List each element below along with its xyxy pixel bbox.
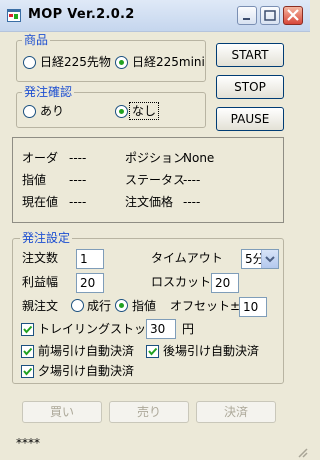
afternoon-close-label: 後場引け自動決済: [163, 344, 260, 358]
radio-nikkei225-mini-label: 日経225mini: [132, 55, 205, 69]
status-value: ----: [183, 173, 201, 187]
radio-nikkei225-futures[interactable]: [23, 56, 36, 69]
minimize-icon: [243, 18, 250, 20]
timeout-label: タイムアウト: [151, 251, 223, 265]
product-legend: 商品: [22, 33, 51, 47]
order-price-label: 注文価格: [125, 195, 174, 209]
focus-indicator: [129, 102, 159, 120]
morning-close-label: 前場引け自動決済: [38, 344, 135, 358]
close-button[interactable]: [283, 6, 303, 25]
quantity-label: 注文数: [22, 251, 59, 265]
order-confirm-group: 発注確認 あり なし: [16, 85, 206, 128]
maximize-icon: [264, 10, 276, 21]
checkmark-icon: [23, 347, 33, 356]
checkmark-icon: [148, 347, 158, 356]
radio-limit-order-label: 指値: [132, 299, 157, 313]
minimize-button[interactable]: [237, 6, 257, 25]
offset-label: オフセット±: [170, 299, 241, 313]
sell-button[interactable]: 売り: [109, 401, 189, 423]
quantity-input[interactable]: 1: [76, 249, 104, 269]
app-icon: [7, 9, 21, 22]
trailing-stop-checkbox[interactable]: [21, 323, 34, 336]
afternoon-close-checkbox[interactable]: [146, 345, 159, 358]
title-bar[interactable]: MOP Ver.2.0.2: [0, 0, 310, 32]
close-icon: [287, 9, 299, 21]
limit-label: 指値: [22, 173, 47, 187]
order-price-value: ----: [183, 195, 201, 209]
order-label: オーダ: [22, 151, 59, 165]
order-settings-group: 発注設定 注文数 1 タイムアウト 5分 利益幅 20 ロスカット 20 親注文…: [12, 231, 284, 384]
offset-input[interactable]: 10: [239, 297, 267, 317]
resize-grip-icon[interactable]: [296, 446, 308, 458]
order-confirm-legend: 発注確認: [22, 85, 75, 99]
checkmark-icon: [23, 367, 33, 376]
position-label: ポジション: [125, 151, 186, 165]
radio-nikkei225-futures-label: 日経225先物: [40, 55, 111, 69]
trailing-stop-input[interactable]: 30: [146, 319, 176, 339]
window-title: MOP Ver.2.0.2: [28, 7, 135, 22]
losscut-input[interactable]: 20: [211, 273, 239, 293]
maximize-button[interactable]: [260, 6, 280, 25]
position-value: None: [183, 151, 215, 165]
timeout-select[interactable]: 5分: [241, 249, 279, 269]
buy-button[interactable]: 買い: [22, 401, 102, 423]
parent-order-label: 親注文: [22, 299, 59, 313]
current-price-value: ----: [69, 195, 87, 209]
radio-limit-order[interactable]: [115, 299, 128, 312]
trailing-stop-unit: 円: [182, 322, 195, 336]
radio-market-order-label: 成行: [87, 299, 112, 313]
pause-button[interactable]: PAUSE: [216, 107, 284, 131]
stop-button[interactable]: STOP: [216, 75, 284, 99]
radio-confirm-yes-label: あり: [40, 104, 65, 118]
order-value: ----: [69, 151, 87, 165]
checkmark-icon: [23, 325, 33, 334]
settle-button[interactable]: 決済: [196, 401, 276, 423]
main-window: MOP Ver.2.0.2 商品 日経225先物 日経225mini 発注確認 …: [0, 0, 310, 460]
radio-nikkei225-mini[interactable]: [115, 56, 128, 69]
status-bar-text: ****: [16, 436, 40, 450]
start-button[interactable]: START: [216, 43, 284, 67]
radio-confirm-yes[interactable]: [23, 105, 36, 118]
evening-close-label: 夕場引け自動決済: [38, 364, 135, 378]
profit-label: 利益幅: [22, 275, 59, 289]
profit-input[interactable]: 20: [76, 273, 104, 293]
morning-close-checkbox[interactable]: [21, 345, 34, 358]
status-panel: オーダ ---- ポジション None 指値 ---- ステータス ---- 現…: [12, 137, 284, 223]
order-settings-legend: 発注設定: [20, 231, 73, 245]
limit-value: ----: [69, 173, 87, 187]
chevron-down-icon[interactable]: [261, 250, 278, 268]
radio-confirm-no[interactable]: [115, 105, 128, 118]
losscut-label: ロスカット: [151, 275, 212, 289]
evening-close-checkbox[interactable]: [21, 365, 34, 378]
status-label: ステータス: [125, 173, 186, 187]
radio-market-order[interactable]: [71, 299, 84, 312]
product-group: 商品 日経225先物 日経225mini: [16, 33, 206, 82]
current-price-label: 現在値: [22, 195, 59, 209]
